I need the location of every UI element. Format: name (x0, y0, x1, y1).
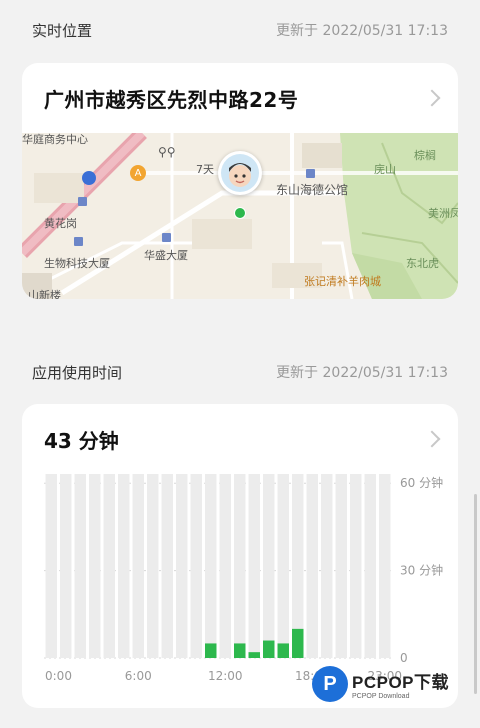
address-text: 广州市越秀区先烈中路22号 (44, 87, 299, 112)
chart-bar-background (190, 474, 202, 658)
chart-bar-background (132, 474, 144, 658)
chart-bar-background (205, 474, 217, 658)
chart-bar-background (176, 474, 188, 658)
chart-bar-background (248, 474, 260, 658)
y-tick-label: 60 分钟 (400, 475, 443, 490)
chart-bar-background (74, 474, 86, 658)
usage-section-header: 应用使用时间 更新于 2022/05/31 17:13 (0, 352, 480, 392)
x-tick-label: 6:00 (125, 669, 152, 683)
map-marker-badge: A (130, 165, 146, 181)
avatar[interactable] (218, 151, 262, 195)
map-label-huasheng: 华盛大厦 (144, 249, 188, 262)
location-section-header: 实时位置 更新于 2022/05/31 17:13 (0, 10, 480, 50)
chart-bar-background (364, 474, 376, 658)
map-label-poi-east: 东山海德公馆 (276, 183, 349, 197)
map-label-park3: 美洲凤 (428, 207, 458, 220)
location-updated-time: 更新于 2022/05/31 17:13 (276, 23, 448, 39)
chart-bar (234, 643, 246, 658)
chart-bar-background (161, 474, 173, 658)
chart-bar-background (277, 474, 289, 658)
address-row[interactable]: 广州市越秀区先烈中路22号 (22, 63, 458, 133)
location-map[interactable]: 华庭商务中心 7天 东山海德公馆 黄花岗 生物科技大厦 华盛大厦 张记清补羊肉城… (22, 133, 458, 299)
chart-bar-background (147, 474, 159, 658)
map-label-park4: 东北虎 (406, 257, 439, 270)
usage-section-title: 应用使用时间 (32, 363, 123, 382)
chart-bar-background (219, 474, 231, 658)
map-poi-icon (306, 169, 315, 178)
chart-bar (263, 640, 275, 658)
chevron-right-icon (423, 89, 441, 107)
x-tick-label: 0:00 (45, 669, 72, 683)
avatar-face-icon (221, 154, 259, 192)
usage-total-row[interactable]: 43 分钟 (22, 404, 458, 474)
watermark-logo: P (312, 666, 348, 702)
location-card[interactable]: 广州市越秀区先烈中路22号 华庭商务中心 7天 东山海德公馆 黄花岗 生物科技大… (22, 63, 458, 299)
watermark-sub-text: PCPOP Download (352, 693, 410, 700)
map-label-huanghuagang: 黄花岗 (44, 217, 77, 230)
chevron-right-icon (423, 430, 441, 448)
map-poi-icon (162, 233, 171, 242)
map-label-park2: 棕榈 (414, 149, 436, 162)
chart-bar-background (60, 474, 72, 658)
avatar-illustration (229, 163, 251, 187)
chart-bar-background (306, 474, 318, 658)
chart-bar-background (103, 474, 115, 658)
map-label-hotel: 7天 (196, 163, 214, 176)
restroom-icon: ⚲⚲ (158, 145, 176, 159)
chart-bar-background (45, 474, 57, 658)
chart-bar-background (335, 474, 347, 658)
location-dot (234, 207, 246, 219)
x-tick-label: 12:00 (208, 669, 243, 683)
map-label-park1: 庑山 (374, 163, 396, 176)
map-poi-icon (78, 197, 87, 206)
map-label-biotech: 生物科技大厦 (44, 257, 110, 270)
scrollbar-thumb[interactable] (474, 494, 477, 694)
location-section-title: 实时位置 (32, 21, 93, 40)
chart-bar-background (89, 474, 101, 658)
map-label-restaurant: 张记清补羊肉城 (304, 275, 381, 288)
watermark: P PCPOP下载 PCPOP Download (312, 662, 472, 706)
map-label-bottom-left: 山新楼 (28, 289, 61, 299)
watermark-main-text: PCPOP下载 (352, 673, 450, 692)
chart-bar (292, 628, 304, 658)
chart-bar (248, 652, 260, 658)
bus-stop-icon (82, 171, 96, 185)
chart-bar-background (263, 474, 275, 658)
chart-bar-background (118, 474, 130, 658)
usage-total: 43 分钟 (44, 428, 119, 453)
chart-bar-background (379, 474, 391, 658)
chart-bar-background (321, 474, 333, 658)
chart-bar (277, 643, 289, 658)
chart-bar (205, 643, 217, 658)
chart-bar-background (350, 474, 362, 658)
map-poi-icon (74, 237, 83, 246)
chart-bar-background (234, 474, 246, 658)
map-label-top-left: 华庭商务中心 (22, 133, 88, 146)
usage-updated-time: 更新于 2022/05/31 17:13 (276, 365, 448, 381)
y-tick-label: 30 分钟 (400, 563, 443, 578)
